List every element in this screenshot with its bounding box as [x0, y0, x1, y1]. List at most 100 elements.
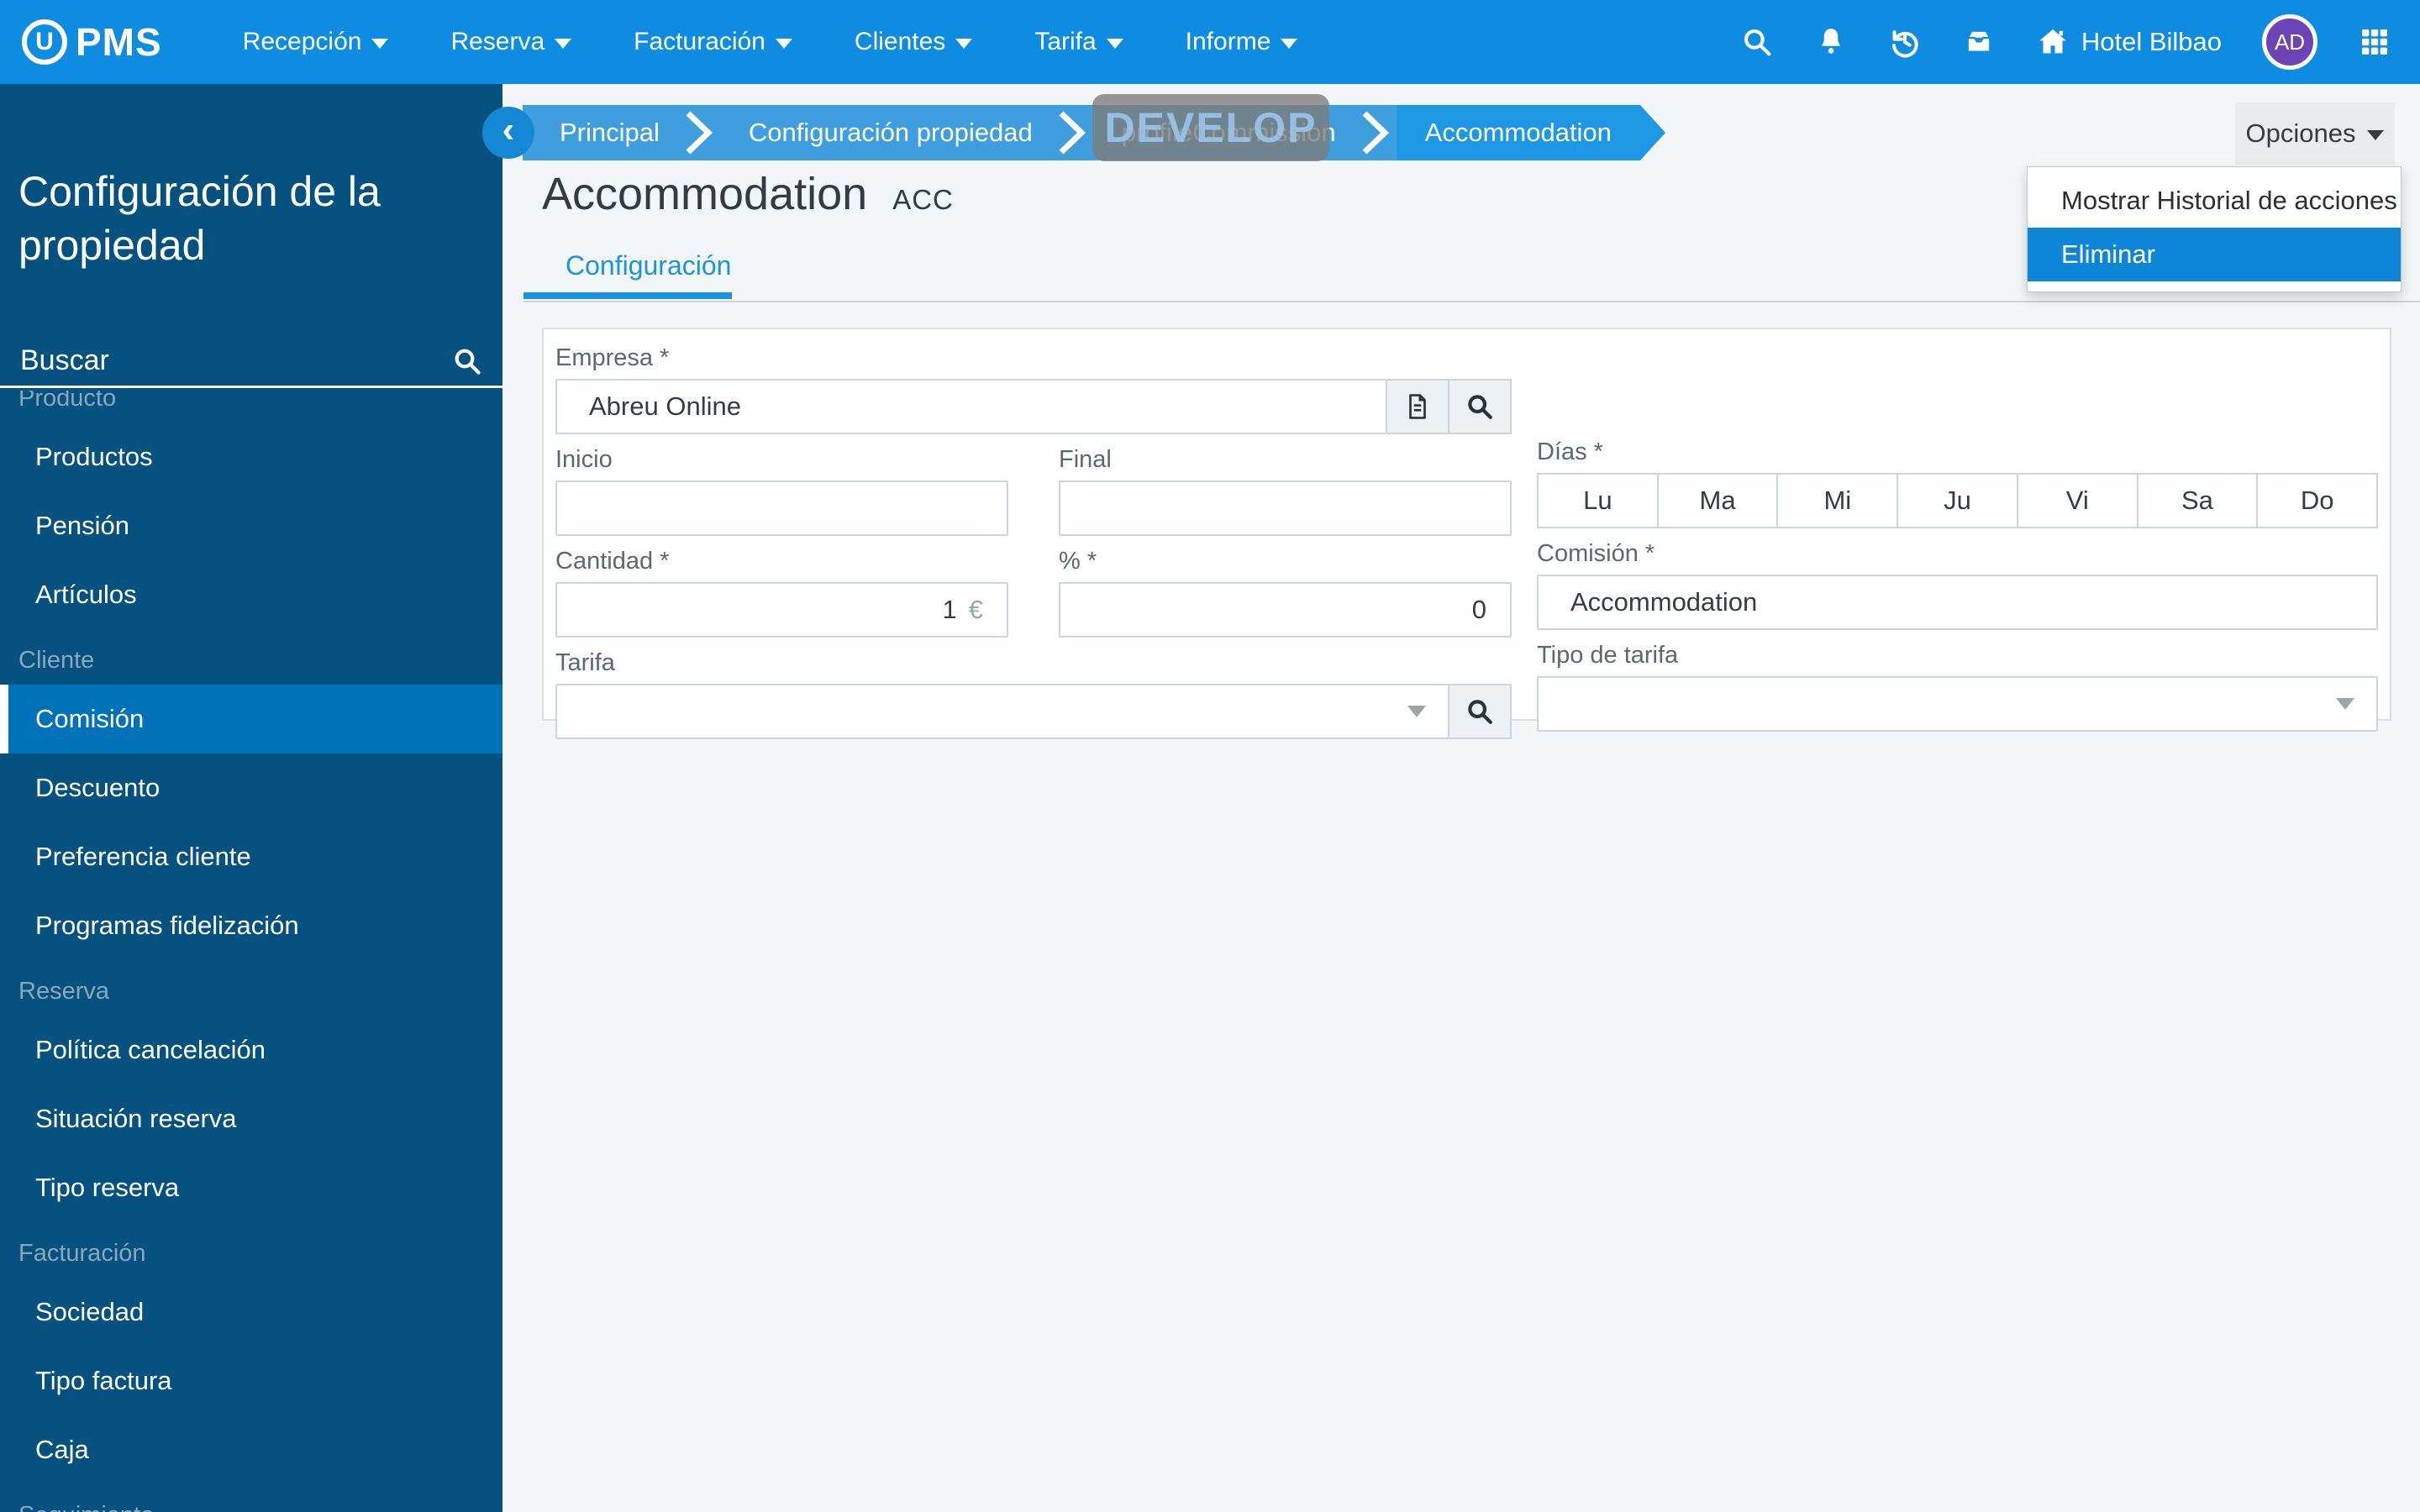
- comision-input[interactable]: [1537, 575, 2378, 630]
- collapse-sidebar-button[interactable]: ‹: [482, 107, 534, 159]
- breadcrumb-configuracion-propiedad[interactable]: Configuración propiedad: [719, 105, 1055, 160]
- percent-value: 0: [1471, 595, 1486, 624]
- sidebar-item-situacion-reserva[interactable]: Situación reserva: [0, 1084, 502, 1153]
- sidebar-item-descuento[interactable]: Descuento: [0, 753, 502, 822]
- search-icon: [1465, 392, 1494, 421]
- sidebar-item-politica-cancelacion[interactable]: Política cancelación: [0, 1016, 502, 1084]
- tab-active-underline: [523, 292, 732, 299]
- sidebar-search-input[interactable]: [20, 344, 452, 377]
- percent-label: % *: [1059, 548, 1097, 575]
- menu-informe-label: Informe: [1185, 28, 1271, 55]
- day-button-do[interactable]: Do: [2256, 473, 2379, 528]
- sidebar-item-comision[interactable]: Comisión: [0, 685, 502, 753]
- page-title: Accommodation ACC: [542, 168, 954, 220]
- tarifa-select[interactable]: [555, 684, 1449, 739]
- sidebar-title: Configuración de la propiedad: [18, 168, 381, 269]
- chevron-down-icon: [1407, 706, 1426, 717]
- configuration-form-panel: Empresa * Abreu Online Inicio Final Cant…: [542, 328, 2391, 739]
- final-date-input[interactable]: [1059, 480, 1512, 536]
- sidebar-item-programas-fidelizacion[interactable]: Programas fidelización: [0, 891, 502, 960]
- notifications-bell-icon[interactable]: [1814, 25, 1848, 59]
- property-name: Hotel Bilbao: [2081, 27, 2222, 56]
- page-code: ACC: [892, 184, 954, 215]
- main-menu: Recepción Reserva Facturación Clientes T…: [218, 0, 1323, 84]
- empresa-detail-button[interactable]: [1387, 379, 1449, 434]
- inicio-label: Inicio: [555, 446, 613, 473]
- weekday-selector: Lu Ma Mi Ju Vi Sa Do: [1537, 473, 2379, 528]
- tab-divider: [523, 301, 2420, 302]
- final-label: Final: [1059, 446, 1112, 473]
- breadcrumb-principal[interactable]: Principal: [523, 105, 681, 160]
- menu-facturacion-label: Facturación: [634, 28, 765, 55]
- breadcrumb-chevron-icon: [1357, 105, 1397, 160]
- options-dropdown-menu: Mostrar Historial de acciones Eliminar: [2027, 166, 2402, 292]
- sidebar-item-tipo-reserva[interactable]: Tipo reserva: [0, 1153, 502, 1222]
- menu-facturacion[interactable]: Facturación: [608, 0, 818, 84]
- inicio-field-group: Inicio: [555, 446, 1008, 536]
- chevron-down-icon: [955, 39, 973, 49]
- day-button-lu[interactable]: Lu: [1537, 473, 1659, 528]
- main-content: ‹ Principal Configuración propiedad prof…: [482, 84, 2420, 1512]
- day-button-ju[interactable]: Ju: [1897, 473, 2018, 528]
- cantidad-field-group: Cantidad * 1 €: [555, 548, 1008, 638]
- day-button-sa[interactable]: Sa: [2136, 473, 2259, 528]
- empresa-input[interactable]: [555, 379, 1387, 434]
- cantidad-value: 1: [942, 595, 957, 624]
- document-icon: [1403, 392, 1432, 421]
- menu-item-eliminar[interactable]: Eliminar: [2028, 228, 2401, 281]
- tab-configuracion[interactable]: Configuración: [542, 250, 755, 281]
- percent-field-group: % * 0: [1059, 548, 1512, 638]
- menu-clientes[interactable]: Clientes: [829, 0, 997, 84]
- cantidad-label: Cantidad *: [555, 548, 670, 575]
- search-icon: [1465, 697, 1494, 726]
- sidebar-item-tipo-factura[interactable]: Tipo factura: [0, 1347, 502, 1415]
- section-reserva: Reserva: [18, 977, 109, 1005]
- cantidad-input[interactable]: 1 €: [555, 582, 1008, 638]
- app-logo[interactable]: U PMS: [22, 19, 162, 65]
- top-navigation-bar: U PMS Recepción Reserva Facturación Clie…: [0, 0, 2420, 84]
- options-button[interactable]: Opciones: [2235, 102, 2395, 165]
- menu-recepcion[interactable]: Recepción: [218, 0, 414, 84]
- history-icon[interactable]: [1888, 25, 1922, 59]
- dias-field-group: Días * Lu Ma Mi Ju Vi Sa Do: [1537, 438, 2379, 528]
- inicio-date-input[interactable]: [555, 480, 1008, 536]
- menu-item-show-action-history[interactable]: Mostrar Historial de acciones: [2028, 174, 2401, 228]
- tipo-tarifa-field-group: Tipo de tarifa: [1537, 642, 2378, 732]
- sidebar-item-articulos[interactable]: Artículos: [0, 560, 502, 629]
- menu-reserva[interactable]: Reserva: [425, 0, 597, 84]
- section-facturacion: Facturación: [18, 1239, 146, 1267]
- user-avatar[interactable]: AD: [2262, 14, 2317, 70]
- day-button-vi[interactable]: Vi: [2016, 473, 2139, 528]
- search-icon[interactable]: [1740, 25, 1774, 59]
- breadcrumb-chevron-icon: [1054, 105, 1093, 160]
- menu-informe[interactable]: Informe: [1160, 0, 1323, 84]
- sidebar-item-preferencia-cliente[interactable]: Preferencia cliente: [0, 822, 502, 891]
- empresa-search-button[interactable]: [1449, 379, 1512, 434]
- percent-input[interactable]: 0: [1059, 582, 1512, 638]
- tipo-tarifa-select[interactable]: [1537, 676, 2378, 732]
- sidebar-item-productos[interactable]: Productos: [0, 423, 502, 491]
- day-button-ma[interactable]: Ma: [1656, 473, 1779, 528]
- chevron-down-icon: [775, 39, 792, 49]
- breadcrumb-chevron-icon: [681, 105, 720, 160]
- options-button-label: Opciones: [2245, 118, 2356, 148]
- tarifa-field-group: Tarifa: [555, 649, 1512, 739]
- day-button-mi[interactable]: Mi: [1776, 473, 1899, 528]
- sidebar-item-pension[interactable]: Pensión: [0, 491, 502, 560]
- chevron-down-icon: [1281, 39, 1298, 49]
- inbox-icon[interactable]: [1962, 25, 1996, 59]
- menu-tarifa-label: Tarifa: [1034, 28, 1097, 55]
- section-cliente: Cliente: [18, 646, 95, 674]
- tarifa-search-button[interactable]: [1449, 684, 1512, 739]
- sidebar-item-caja[interactable]: Caja: [0, 1415, 502, 1484]
- logo-circle-icon: U: [22, 19, 67, 65]
- property-selector[interactable]: Hotel Bilbao: [2036, 25, 2222, 59]
- sidebar-item-sociedad[interactable]: Sociedad: [0, 1278, 502, 1347]
- chevron-down-icon: [1106, 39, 1123, 49]
- apps-grid-icon[interactable]: [2358, 25, 2391, 59]
- search-icon[interactable]: [452, 346, 482, 376]
- breadcrumb-accommodation[interactable]: Accommodation: [1397, 105, 1665, 160]
- menu-tarifa[interactable]: Tarifa: [1009, 0, 1148, 84]
- menu-reserva-label: Reserva: [450, 28, 545, 55]
- chevron-down-icon: [2336, 698, 2354, 710]
